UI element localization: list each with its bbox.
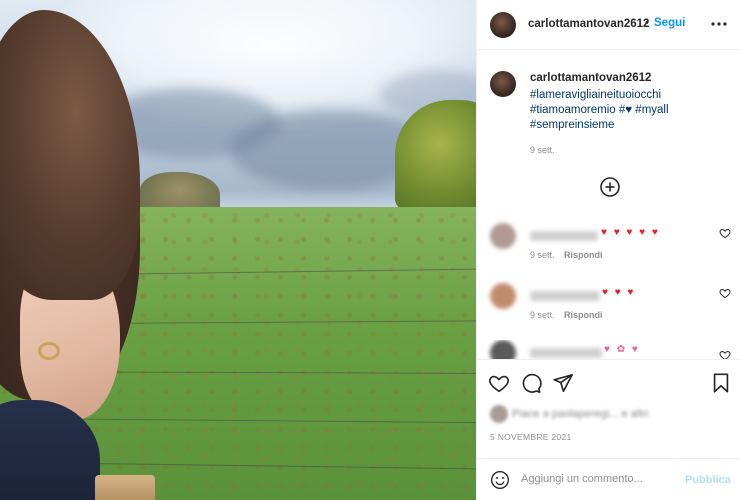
post-date[interactable]: 5 NOVEMBRE 2021 <box>490 432 572 442</box>
liked-by[interactable]: Piace a paolaperegi... e altri <box>490 405 740 425</box>
bookmark-icon[interactable] <box>710 372 732 394</box>
avatar[interactable] <box>490 340 516 359</box>
add-circle-icon[interactable] <box>599 176 621 198</box>
post-photo[interactable] <box>0 0 476 500</box>
earring <box>38 342 60 360</box>
post-header: carlottamantovan2612 • Segui <box>477 0 740 50</box>
caption-username[interactable]: carlottamantovan2612 <box>530 72 651 84</box>
reply-button[interactable]: Rispondi <box>564 250 603 260</box>
hashtag-link[interactable]: #sempreinsieme <box>530 119 614 131</box>
avatar[interactable] <box>490 283 516 309</box>
bench <box>95 475 155 500</box>
blurred-username <box>530 348 602 358</box>
heart-outline-icon[interactable] <box>488 372 510 394</box>
comment-item: ♥ ♥ ♥ ♥ ♥ 9 sett. Rispondi <box>477 223 740 273</box>
post-side-panel: carlottamantovan2612 • Segui carlottaman… <box>476 0 740 500</box>
publish-button[interactable]: Pubblica <box>685 474 731 486</box>
post-actions <box>477 359 740 403</box>
follow-button[interactable]: Segui <box>654 17 685 29</box>
comment-input[interactable] <box>521 473 671 485</box>
paper-plane-icon[interactable] <box>552 372 574 394</box>
heart-outline-icon[interactable] <box>719 349 731 359</box>
avatar <box>490 405 508 423</box>
hashtag-link[interactable]: #lameravigliaineituoiocchi <box>530 89 661 101</box>
comment-text: ♥ ♥ ♥ <box>602 287 636 298</box>
caption-text: #lameravigliaineituoiocchi #tiamoamoremi… <box>530 88 730 133</box>
more-options-icon[interactable] <box>709 12 729 36</box>
heart-outline-icon[interactable] <box>719 287 731 299</box>
caption-timestamp[interactable]: 9 sett. <box>530 145 555 155</box>
heart-outline-icon[interactable] <box>719 227 731 239</box>
comment-timestamp: 9 sett. <box>530 250 555 260</box>
comment-item: ♥ ✿ ♥ <box>477 340 740 359</box>
avatar[interactable] <box>490 12 516 38</box>
comment-text: ♥ ♥ ♥ ♥ ♥ <box>601 227 660 238</box>
comment-icon[interactable] <box>520 372 542 394</box>
heart-emoji: ♥ <box>625 104 633 116</box>
hashtag-link[interactable]: #myall <box>635 104 668 116</box>
liked-by-text: Piace a paolaperegi... e altri <box>512 408 649 420</box>
blurred-username <box>530 231 598 241</box>
add-comment-bar: Pubblica <box>477 458 740 500</box>
separator-dot: • <box>645 17 649 29</box>
comment-text: ♥ ✿ ♥ <box>604 344 640 355</box>
username-link[interactable]: carlottamantovan2612 <box>528 18 649 30</box>
avatar[interactable] <box>490 71 516 97</box>
reply-button[interactable]: Rispondi <box>564 310 603 320</box>
comment-item: ♥ ♥ ♥ 9 sett. Rispondi <box>477 283 740 333</box>
comment-timestamp: 9 sett. <box>530 310 555 320</box>
smiley-icon[interactable] <box>490 470 510 490</box>
trees <box>395 100 476 210</box>
hashtag-link[interactable]: #tiamoamoremio <box>530 104 616 116</box>
avatar[interactable] <box>490 223 516 249</box>
blurred-username <box>530 291 600 301</box>
